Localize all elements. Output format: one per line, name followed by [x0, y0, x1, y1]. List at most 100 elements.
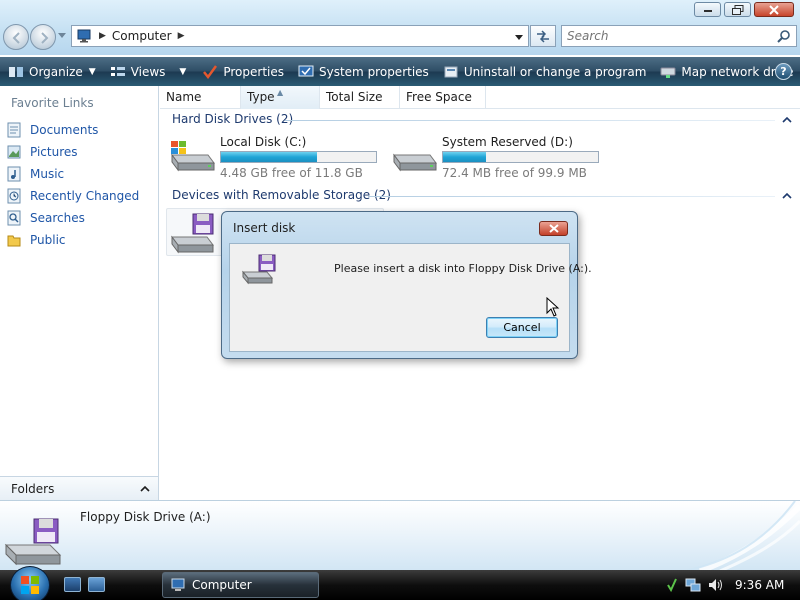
command-bar: Organize ▼ Views ▼ Properties System pro… — [0, 57, 800, 86]
breadcrumb-separator[interactable]: ▶ — [99, 31, 106, 41]
system-properties-button[interactable]: System properties — [294, 57, 433, 86]
dialog-body: Please insert a disk into Floppy Disk Dr… — [229, 243, 592, 352]
close-icon — [548, 224, 559, 233]
group-header-removable-storage[interactable]: Devices with Removable Storage (2) — [172, 188, 391, 206]
clock[interactable]: 9:36 AM — [735, 578, 784, 592]
views-label: Views — [130, 64, 166, 79]
searches-icon — [6, 210, 22, 226]
chevron-up-icon — [140, 485, 150, 492]
organize-icon — [8, 65, 24, 79]
search-box[interactable] — [561, 25, 797, 47]
forward-button[interactable] — [30, 24, 56, 50]
insert-disk-dialog: Insert disk Please insert a disk into Fl… — [221, 211, 592, 359]
recently-changed-icon — [6, 188, 22, 204]
address-bar[interactable]: ▶ Computer ▶ — [71, 25, 529, 47]
minimize-icon — [703, 9, 712, 12]
network-icon[interactable] — [685, 577, 701, 593]
minimize-button[interactable] — [694, 2, 721, 17]
dialog-close-button[interactable] — [539, 221, 568, 236]
show-desktop-icon[interactable] — [64, 577, 81, 592]
decorative-swoosh — [684, 501, 800, 570]
favorite-links-heading: Favorite Links — [11, 96, 94, 110]
collapse-group-icon[interactable] — [782, 116, 792, 123]
network-drive-icon — [660, 65, 676, 79]
address-dropdown-icon[interactable] — [514, 30, 524, 44]
organize-label: Organize — [29, 64, 83, 79]
column-header-type-label: Type — [247, 90, 275, 104]
forward-arrow-icon — [41, 32, 49, 44]
breadcrumb-computer[interactable]: Computer — [112, 29, 172, 43]
organize-button[interactable]: Organize ▼ — [4, 57, 100, 86]
group-header-hard-disks[interactable]: Hard Disk Drives (2) — [172, 112, 293, 130]
windows-logo-icon — [21, 576, 39, 594]
uninstall-label: Uninstall or change a program — [463, 64, 647, 79]
sidebar-item-label: Public — [30, 233, 66, 247]
maximize-button[interactable] — [724, 2, 751, 17]
sidebar-item-label: Searches — [30, 211, 85, 225]
uninstall-program-button[interactable]: Uninstall or change a program — [439, 57, 651, 86]
volume-icon[interactable] — [707, 577, 723, 593]
windows-hard-drive-icon — [171, 141, 215, 172]
mouse-pointer-icon — [546, 297, 560, 317]
column-headers: Name ▲ Type Total Size Free Space — [160, 86, 800, 109]
properties-button[interactable]: Properties — [198, 57, 288, 86]
taskbar-button-label: Computer — [192, 578, 252, 592]
dialog-title: Insert disk — [233, 221, 296, 235]
sidebar-item-searches[interactable]: Searches — [6, 207, 139, 229]
sidebar-item-label: Recently Changed — [30, 189, 140, 203]
drive-usage-fill — [443, 152, 487, 162]
back-arrow-icon — [12, 32, 20, 44]
computer-icon — [77, 29, 91, 43]
column-header-type[interactable]: ▲ Type — [241, 86, 320, 109]
back-button[interactable] — [3, 24, 29, 50]
drive-name: Local Disk (C:) — [220, 135, 307, 149]
sidebar-item-public[interactable]: Public — [6, 229, 139, 251]
switch-windows-icon[interactable] — [88, 577, 105, 592]
details-item-name: Floppy Disk Drive (A:) — [80, 510, 211, 524]
recent-pages-dropdown-icon[interactable] — [58, 33, 66, 38]
folders-toggle[interactable]: Folders — [0, 476, 158, 500]
sidebar-item-recently-changed[interactable]: Recently Changed — [6, 185, 139, 207]
sidebar-item-label: Documents — [30, 123, 99, 137]
drive-system-reserved-d[interactable]: System Reserved (D:) 72.4 MB free of 99.… — [390, 135, 605, 180]
drive-name: System Reserved (D:) — [442, 135, 573, 149]
views-button[interactable]: Views ▼ — [106, 57, 191, 86]
properties-label: Properties — [223, 64, 284, 79]
sidebar-item-documents[interactable]: Documents — [6, 119, 139, 141]
window-controls — [694, 2, 794, 17]
close-button[interactable] — [754, 2, 794, 17]
sidebar-item-pictures[interactable]: Pictures — [6, 141, 139, 163]
drive-free-space: 4.48 GB free of 11.8 GB — [220, 166, 363, 180]
help-button[interactable]: ? — [775, 63, 792, 80]
drive-usage-bar — [442, 151, 599, 163]
taskbar: Computer 9:36 AM — [0, 566, 800, 600]
start-button[interactable] — [10, 566, 50, 600]
sidebar-item-music[interactable]: Music — [6, 163, 139, 185]
taskbar-button-computer[interactable]: Computer — [162, 572, 319, 598]
search-input[interactable] — [567, 26, 772, 46]
details-pane: Floppy Disk Drive (A:) — [0, 500, 800, 570]
close-icon — [769, 4, 779, 15]
sidebar-item-label: Pictures — [30, 145, 78, 159]
windows-defender-icon[interactable] — [663, 577, 679, 593]
pictures-icon — [6, 144, 22, 160]
chevron-down-icon: ▼ — [88, 66, 96, 77]
drive-local-disk-c[interactable]: Local Disk (C:) 4.48 GB free of 11.8 GB — [168, 135, 383, 180]
cancel-button[interactable]: Cancel — [486, 317, 558, 338]
breadcrumb-separator[interactable]: ▶ — [178, 31, 185, 41]
column-header-free-space[interactable]: Free Space — [400, 86, 486, 109]
folders-label: Folders — [11, 481, 55, 496]
group-divider — [368, 196, 775, 197]
music-icon — [6, 166, 22, 182]
refresh-icon — [537, 30, 549, 43]
navigation-pane: Favorite Links Documents Pictures Music … — [0, 86, 159, 500]
group-divider — [285, 120, 775, 121]
search-icon[interactable] — [777, 29, 791, 43]
column-header-total-size[interactable]: Total Size — [320, 86, 400, 109]
sidebar-item-label: Music — [30, 167, 65, 181]
collapse-group-icon[interactable] — [782, 192, 792, 199]
column-header-name[interactable]: Name — [160, 86, 241, 109]
views-icon — [110, 65, 126, 79]
drive-free-space: 72.4 MB free of 99.9 MB — [442, 166, 587, 180]
refresh-button[interactable] — [530, 25, 556, 47]
